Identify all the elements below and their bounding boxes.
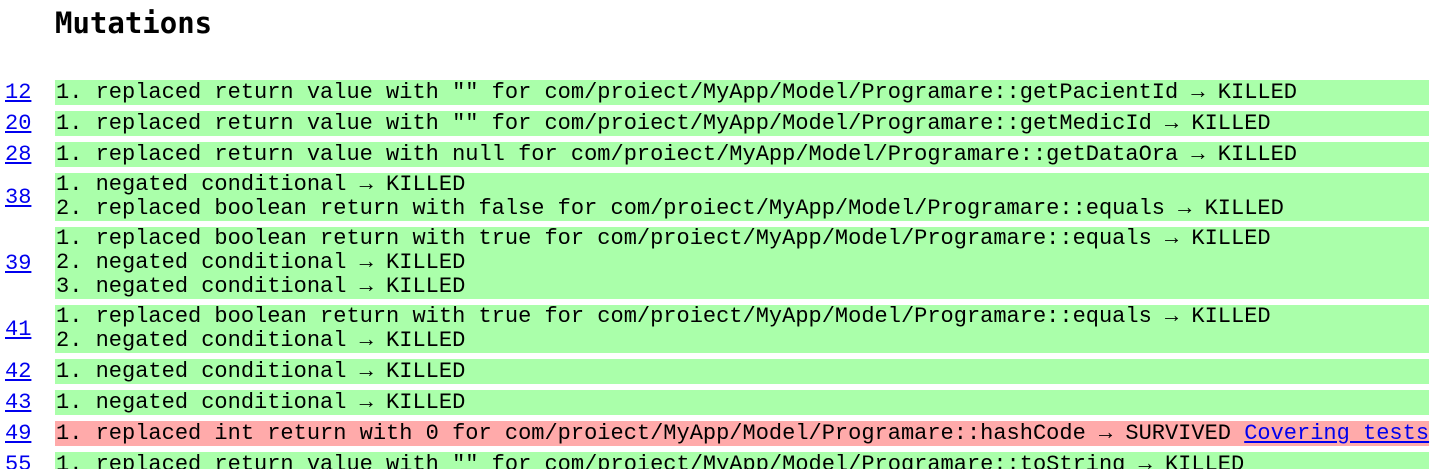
mutation-text: 1. replaced return value with "" for com… — [56, 110, 1271, 136]
line-number-cell: 55 — [0, 452, 55, 469]
line-number-link[interactable]: 55 — [5, 452, 31, 469]
mutation-text: 1. replaced return value with null for c… — [56, 141, 1298, 167]
line-number-link[interactable]: 49 — [5, 421, 31, 446]
line-number-cell: 41 — [0, 305, 55, 353]
mutation-description: 3. negated conditional → KILLED — [56, 275, 1429, 299]
mutation-text: 3. negated conditional → KILLED — [56, 274, 466, 299]
mutation-cell: 1. replaced return value with "" for com… — [55, 110, 1430, 136]
mutation-description: 1. negated conditional → KILLED — [56, 173, 1429, 197]
line-number-link[interactable]: 12 — [5, 80, 31, 105]
mutation-text: 2. negated conditional → KILLED — [56, 250, 466, 275]
page-title: Mutations — [55, 6, 213, 40]
line-number-link[interactable]: 42 — [5, 359, 31, 384]
line-number-cell: 49 — [0, 421, 55, 446]
mutation-row: 39 1. replaced boolean return with true f… — [0, 227, 1430, 299]
mutation-description: 1. replaced int return with 0 for com/pr… — [56, 420, 1429, 446]
mutation-text: 1. negated conditional → KILLED — [56, 358, 466, 384]
mutation-description: 1. replaced return value with "" for com… — [56, 79, 1429, 105]
mutation-text: 1. replaced boolean return with true for… — [56, 226, 1271, 251]
mutation-row: 12 1. replaced return value with "" for c… — [0, 79, 1430, 105]
line-number-link[interactable]: 38 — [5, 185, 31, 210]
mutation-row: 43 1. negated conditional → KILLED — [0, 389, 1430, 415]
line-number-cell: 20 — [0, 111, 55, 136]
mutation-row: 42 1. negated conditional → KILLED — [0, 358, 1430, 384]
mutation-cell: 1. replaced int return with 0 for com/pr… — [55, 420, 1430, 446]
mutation-text: 1. negated conditional → KILLED — [56, 172, 466, 197]
mutation-text: 2. negated conditional → KILLED — [56, 328, 466, 353]
mutation-description: 2. replaced boolean return with false fo… — [56, 197, 1429, 221]
mutation-row: 41 1. replaced boolean return with true f… — [0, 305, 1430, 353]
mutation-description: 1. replaced boolean return with true for… — [56, 305, 1429, 329]
mutation-text: 2. replaced boolean return with false fo… — [56, 196, 1284, 221]
mutation-description: 2. negated conditional → KILLED — [56, 329, 1429, 353]
mutation-cell: 1. negated conditional → KILLED — [55, 389, 1430, 415]
mutation-description: 2. negated conditional → KILLED — [56, 251, 1429, 275]
line-number-link[interactable]: 20 — [5, 111, 31, 136]
mutation-cell: 1. negated conditional → KILLED — [55, 358, 1430, 384]
mutation-cell: 1. replaced return value with "" for com… — [55, 451, 1430, 469]
mutation-description: 1. replaced return value with "" for com… — [56, 451, 1429, 469]
mutation-description: 1. negated conditional → KILLED — [56, 389, 1429, 415]
mutation-row: 49 1. replaced int return with 0 for com/… — [0, 420, 1430, 446]
line-number-link[interactable]: 43 — [5, 390, 31, 415]
mutation-text: 1. replaced int return with 0 for com/pr… — [56, 420, 1231, 446]
line-number-link[interactable]: 41 — [5, 317, 31, 342]
mutation-description: 1. replaced return value with null for c… — [56, 141, 1429, 167]
line-number-link[interactable]: 28 — [5, 142, 31, 167]
mutations-table-body: 12 1. replaced return value with "" for c… — [0, 79, 1430, 469]
mutation-text: 1. replaced return value with "" for com… — [56, 451, 1245, 469]
mutation-row: 38 1. negated conditional → KILLED 2. repl… — [0, 173, 1430, 221]
line-number-cell: 39 — [0, 227, 55, 299]
mutations-table: 12 1. replaced return value with "" for c… — [0, 74, 1430, 469]
line-number-cell: 12 — [0, 80, 55, 105]
line-number-cell: 43 — [0, 390, 55, 415]
mutation-text: 1. replaced return value with "" for com… — [56, 79, 1298, 105]
mutation-cell: 1. replaced return value with "" for com… — [55, 79, 1430, 105]
mutation-description: 1. negated conditional → KILLED — [56, 358, 1429, 384]
line-number-link[interactable]: 39 — [5, 251, 31, 276]
mutation-row: 20 1. replaced return value with "" for c… — [0, 110, 1430, 136]
mutation-text: 1. negated conditional → KILLED — [56, 389, 466, 415]
mutation-cell: 1. negated conditional → KILLED 2. replac… — [55, 173, 1430, 221]
mutation-description: 1. replaced boolean return with true for… — [56, 227, 1429, 251]
mutation-cell: 1. replaced boolean return with true for… — [55, 305, 1430, 353]
line-number-cell: 28 — [0, 142, 55, 167]
covering-tests-link[interactable]: Covering tests — [1244, 421, 1429, 446]
mutation-cell: 1. replaced boolean return with true for… — [55, 227, 1430, 299]
line-number-cell: 42 — [0, 359, 55, 384]
mutation-row: 55 1. replaced return value with "" for c… — [0, 451, 1430, 469]
mutation-cell: 1. replaced return value with null for c… — [55, 141, 1430, 167]
mutation-text: 1. replaced boolean return with true for… — [56, 304, 1271, 329]
line-number-cell: 38 — [0, 173, 55, 221]
mutation-description: 1. replaced return value with "" for com… — [56, 110, 1429, 136]
mutation-row: 28 1. replaced return value with null for… — [0, 141, 1430, 167]
